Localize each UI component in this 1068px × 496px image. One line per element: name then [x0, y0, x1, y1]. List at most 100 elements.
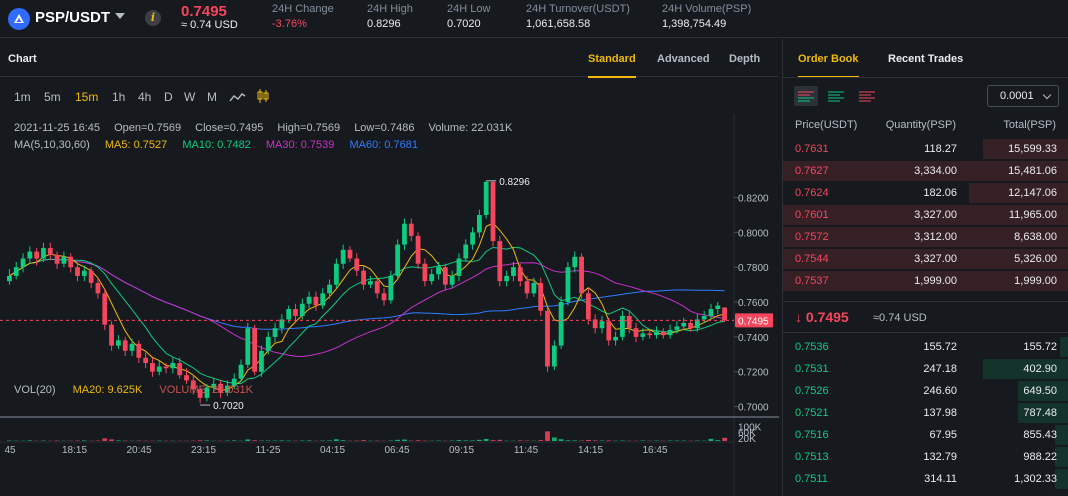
candle-body[interactable] — [347, 249, 353, 259]
candle-body[interactable] — [109, 324, 114, 346]
candle-body[interactable] — [463, 244, 469, 259]
candle-body[interactable] — [170, 363, 176, 369]
interval-d[interactable]: D — [164, 90, 173, 104]
candle-body[interactable] — [143, 357, 149, 364]
ask-row[interactable]: 0.7544 3,327.00 5,326.00 — [783, 248, 1068, 270]
candle-body[interactable] — [75, 267, 80, 276]
candle-body[interactable] — [681, 322, 687, 327]
candle-body[interactable] — [259, 350, 264, 372]
candle-body[interactable] — [368, 281, 373, 285]
candle-body[interactable] — [320, 293, 326, 306]
candle-body[interactable] — [483, 181, 489, 215]
candle-body[interactable] — [402, 223, 407, 245]
candle-body[interactable] — [579, 256, 584, 294]
tab-advanced[interactable]: Advanced — [657, 53, 710, 65]
candle-body[interactable] — [156, 366, 162, 372]
book-mode-both-icon[interactable] — [794, 86, 818, 106]
candle-body[interactable] — [599, 321, 605, 329]
line-chart-icon[interactable] — [229, 91, 246, 105]
candle-body[interactable] — [272, 328, 278, 337]
candle-body[interactable] — [490, 181, 496, 242]
ask-row[interactable]: 0.7601 3,327.00 11,965.00 — [783, 204, 1068, 226]
candle-body[interactable] — [395, 244, 401, 276]
candle-body[interactable] — [95, 282, 101, 294]
info-icon[interactable]: i — [145, 10, 161, 26]
tab-depth[interactable]: Depth — [729, 53, 760, 65]
candle-body[interactable] — [442, 267, 448, 285]
book-mode-asks-icon[interactable] — [855, 86, 879, 106]
candle-body[interactable] — [517, 267, 523, 282]
candle-body[interactable] — [184, 375, 189, 381]
ask-row[interactable]: 0.7624 182.06 12,147.06 — [783, 182, 1068, 204]
tab-order-book[interactable]: Order Book — [798, 53, 859, 78]
candle-body[interactable] — [47, 248, 53, 256]
candle-body[interactable] — [163, 366, 169, 369]
ask-row[interactable]: 0.7627 3,334.00 15,481.06 — [783, 160, 1068, 182]
candlestick-icon[interactable] — [257, 88, 269, 107]
candle-body[interactable] — [660, 331, 666, 336]
candle-body[interactable] — [422, 263, 428, 282]
book-mode-bids-icon[interactable] — [824, 86, 848, 106]
candle-body[interactable] — [286, 309, 292, 320]
candle-body[interactable] — [688, 322, 693, 329]
candle-body[interactable] — [674, 326, 680, 330]
candle-body[interactable] — [436, 267, 441, 275]
candle-body[interactable] — [640, 333, 646, 337]
candle-body[interactable] — [429, 274, 435, 282]
candle-body[interactable] — [129, 343, 135, 351]
candle-body[interactable] — [701, 315, 707, 320]
bid-row[interactable]: 0.7536 155.72 155.72 — [783, 336, 1068, 358]
candle-body[interactable] — [306, 296, 312, 304]
candle-body[interactable] — [449, 275, 455, 285]
interval-15m[interactable]: 15m — [75, 90, 98, 104]
interval-m[interactable]: M — [207, 90, 217, 104]
candle-body[interactable] — [354, 258, 360, 271]
caret-down-icon[interactable] — [115, 13, 125, 19]
ask-row[interactable]: 0.7631 118.27 15,599.33 — [783, 138, 1068, 160]
interval-4h[interactable]: 4h — [138, 90, 151, 104]
candle-body[interactable] — [415, 235, 421, 264]
candle-body[interactable] — [238, 364, 244, 379]
bid-row[interactable]: 0.7521 137.98 787.48 — [783, 402, 1068, 424]
candle-body[interactable] — [654, 331, 659, 336]
candle-body[interactable] — [81, 270, 87, 276]
candle-body[interactable] — [177, 363, 183, 376]
candle-body[interactable] — [626, 315, 632, 329]
candle-body[interactable] — [327, 284, 332, 294]
bid-row[interactable]: 0.7531 247.18 402.90 — [783, 358, 1068, 380]
candle-body[interactable] — [633, 328, 639, 337]
candle-body[interactable] — [538, 282, 544, 311]
candle-body[interactable] — [20, 258, 26, 268]
candle-body[interactable] — [340, 249, 346, 264]
candle-body[interactable] — [252, 328, 257, 372]
candle-body[interactable] — [293, 309, 298, 316]
candle-body[interactable] — [333, 263, 339, 285]
candle-body[interactable] — [585, 293, 591, 320]
bid-row[interactable]: 0.7513 132.79 988.22 — [783, 446, 1068, 468]
pair-selector[interactable]: PSP/USDT — [35, 9, 110, 26]
candle-body[interactable] — [565, 267, 571, 303]
candlestick-chart[interactable]: 0.8200 0.8000 0.7800 0.7600 0.7400 0.7200 0.70… — [0, 114, 779, 496]
candle-body[interactable] — [374, 281, 380, 294]
candle-body[interactable] — [388, 275, 394, 301]
candle-body[interactable] — [613, 336, 618, 341]
candle-body[interactable] — [265, 336, 271, 351]
candle-body[interactable] — [381, 293, 387, 301]
candle-body[interactable] — [245, 328, 251, 365]
candle-body[interactable] — [531, 282, 537, 294]
candle-body[interactable] — [470, 232, 475, 245]
candle-body[interactable] — [558, 302, 564, 346]
candle-body[interactable] — [116, 340, 121, 346]
candle-body[interactable] — [150, 363, 155, 372]
candle-body[interactable] — [88, 270, 94, 283]
interval-5m[interactable]: 5m — [44, 90, 61, 104]
candle-body[interactable] — [667, 329, 673, 336]
bid-row[interactable]: 0.7526 246.60 649.50 — [783, 380, 1068, 402]
candle-body[interactable] — [545, 310, 550, 367]
ask-row[interactable]: 0.7572 3,312.00 8,638.00 — [783, 226, 1068, 248]
tab-standard[interactable]: Standard — [588, 53, 636, 78]
interval-1m[interactable]: 1m — [14, 90, 31, 104]
candle-body[interactable] — [54, 255, 60, 264]
interval-1h[interactable]: 1h — [112, 90, 125, 104]
candle-body[interactable] — [606, 321, 612, 341]
